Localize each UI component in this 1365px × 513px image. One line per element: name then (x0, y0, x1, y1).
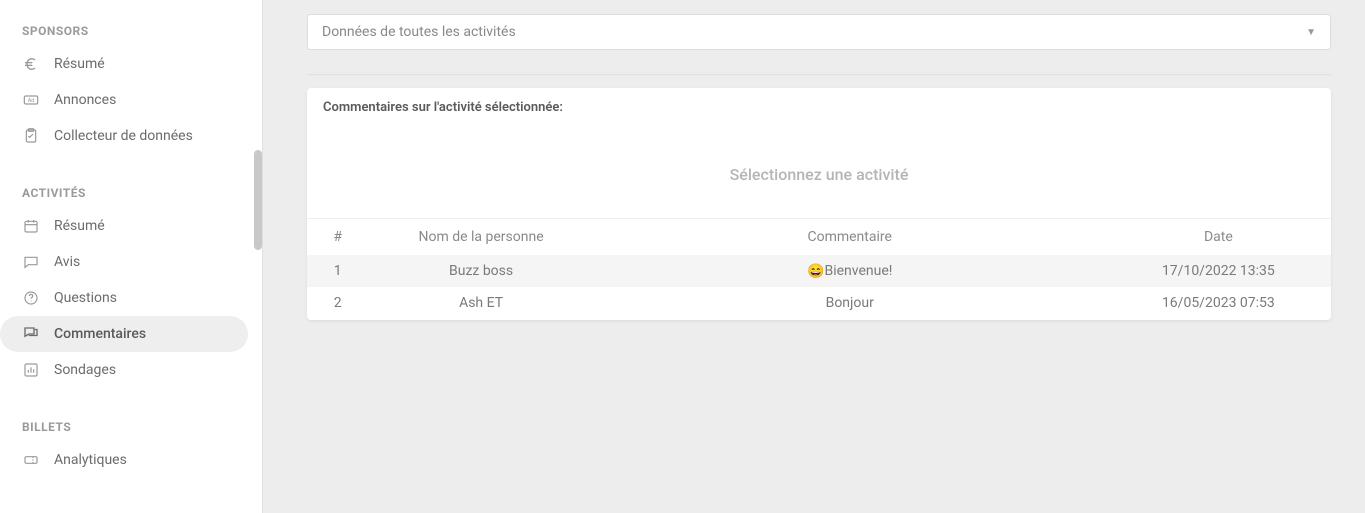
sidebar-item-annonces[interactable]: Ad Annonces (0, 82, 248, 118)
sidebar-item-collecteur[interactable]: Collecteur de données (0, 118, 248, 154)
sidebar-item-sondages[interactable]: Sondages (0, 352, 248, 388)
speech-icon (22, 253, 40, 271)
table-row: 2 Ash ET Bonjour 16/05/2023 07:53 (307, 287, 1331, 319)
cell-name: Ash ET (368, 287, 593, 319)
table-row: 1 Buzz boss 😄Bienvenue! 17/10/2022 13:35 (307, 255, 1331, 287)
ad-icon: Ad (22, 91, 40, 109)
sidebar-item-resume-activites[interactable]: Résumé (0, 208, 248, 244)
sidebar-item-label: Résumé (54, 56, 226, 72)
scrollbar-thumb[interactable] (254, 150, 262, 250)
cell-date: 16/05/2023 07:53 (1106, 287, 1331, 319)
sidebar-item-questions[interactable]: Questions (0, 280, 248, 316)
activity-select-label: Données de toutes les activités (322, 24, 516, 40)
comments-card: Commentaires sur l'activité sélectionnée… (307, 88, 1331, 320)
sidebar-item-label: Collecteur de données (54, 128, 226, 144)
cell-name: Buzz boss (368, 255, 593, 287)
sidebar-item-avis[interactable]: Avis (0, 244, 248, 280)
sidebar-item-label: Questions (54, 290, 226, 306)
clipboard-icon (22, 127, 40, 145)
card-title: Commentaires sur l'activité sélectionnée… (307, 88, 1331, 121)
sidebar-item-label: Analytiques (54, 452, 226, 468)
card-hint: Sélectionnez une activité (307, 121, 1331, 218)
column-header-comment: Commentaire (594, 219, 1106, 256)
emoji-icon: 😄 (807, 263, 824, 279)
cell-comment: Bonjour (594, 287, 1106, 319)
sidebar-item-label: Annonces (54, 92, 226, 108)
sidebar-item-label: Résumé (54, 218, 226, 234)
calendar-icon (22, 217, 40, 235)
sidebar-item-commentaires[interactable]: Commentaires (0, 316, 248, 352)
sidebar-item-resume-sponsors[interactable]: Résumé (0, 46, 248, 82)
section-header-billets: BILLETS (0, 406, 262, 442)
column-header-name: Nom de la personne (368, 219, 593, 256)
comments-table: # Nom de la personne Commentaire Date 1 … (307, 218, 1331, 320)
euro-icon (22, 55, 40, 73)
sidebar-item-label: Avis (54, 254, 226, 270)
column-header-idx: # (307, 219, 368, 256)
poll-icon (22, 361, 40, 379)
activity-select[interactable]: Données de toutes les activités ▼ (307, 14, 1331, 50)
cell-idx: 1 (307, 255, 368, 287)
section-header-activites: ACTIVITÉS (0, 172, 262, 208)
comments-icon (22, 325, 40, 343)
sidebar-item-label: Commentaires (54, 326, 226, 342)
cell-comment: 😄Bienvenue! (594, 255, 1106, 287)
sidebar-item-analytiques[interactable]: Analytiques (0, 442, 248, 478)
column-header-date: Date (1106, 219, 1331, 256)
ticket-icon (22, 451, 40, 469)
sidebar: SPONSORS Résumé Ad Annonces Collecteur d… (0, 0, 262, 513)
divider (307, 74, 1331, 76)
section-header-sponsors: SPONSORS (0, 10, 262, 46)
chevron-down-icon: ▼ (1306, 27, 1316, 38)
cell-idx: 2 (307, 287, 368, 319)
question-icon (22, 289, 40, 307)
cell-date: 17/10/2022 13:35 (1106, 255, 1331, 287)
svg-text:Ad: Ad (28, 98, 35, 104)
main-content: Données de toutes les activités ▼ Commen… (262, 0, 1365, 513)
sidebar-item-label: Sondages (54, 362, 226, 378)
